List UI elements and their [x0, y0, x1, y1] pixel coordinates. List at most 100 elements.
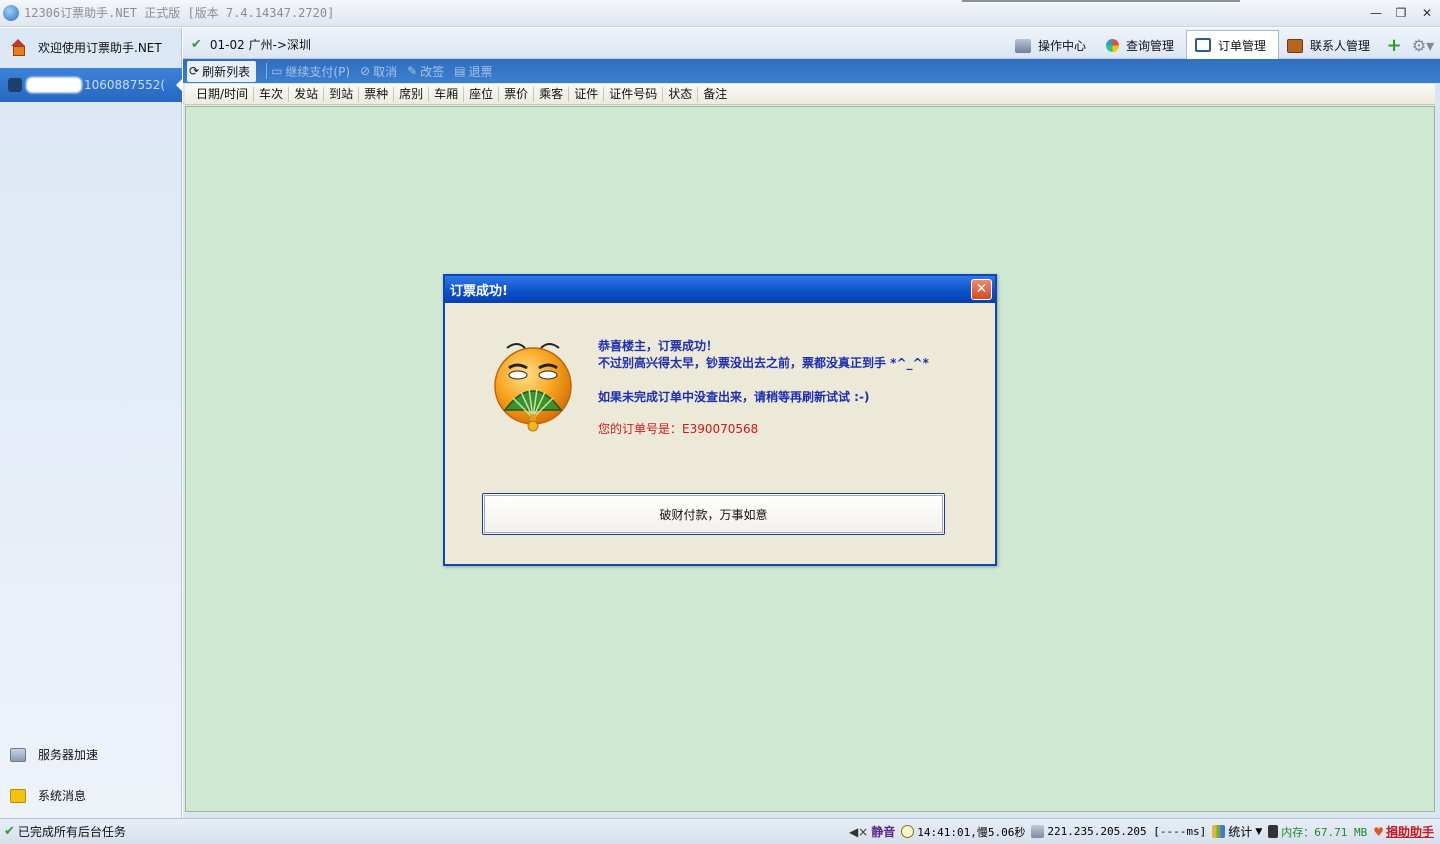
booking-success-dialog: 订票成功! ✕ 恭喜楼主，订票成功！ 不过别高兴得太早，钞票没出去之前，票都没真… — [443, 274, 997, 566]
dialog-close-button[interactable]: ✕ — [971, 279, 992, 300]
mute-toggle[interactable]: ◀× 静音 — [849, 823, 895, 840]
payment-icon: ▭ — [271, 64, 283, 78]
gear-icon[interactable]: ⚙▾ — [1406, 32, 1440, 59]
stats-dropdown[interactable]: 统计 ▼ — [1212, 823, 1262, 840]
chevron-down-icon: ▼ — [1255, 826, 1263, 837]
tab-contact-management[interactable]: 联系人管理 — [1279, 32, 1382, 59]
tab-label: 操作中心 — [1037, 39, 1086, 53]
tab-label: 查询管理 — [1125, 39, 1174, 53]
refresh-list-button[interactable]: ⟳ 刷新列表 — [187, 60, 257, 82]
window-title: 12306订票助手.NET 正式版 [版本 7.4.14347.2720] — [24, 6, 335, 20]
status-task-text: 已完成所有后台任务 — [17, 825, 126, 839]
sidebar-item-system-messages[interactable]: 系统消息 — [10, 787, 86, 804]
server-status[interactable]: 221.235.205.205 [----ms] — [1031, 825, 1206, 838]
status-right: ◀× 静音 14:41:01,慢5.06秒 221.235.205.205 [-… — [843, 823, 1434, 840]
sidebar-item-label: 服务器加速 — [38, 748, 99, 762]
message-line-1: 恭喜楼主，订票成功！ — [598, 339, 719, 353]
user-icon — [8, 78, 22, 92]
restore-button[interactable]: ❐ — [1390, 4, 1412, 22]
contact-icon — [1286, 38, 1303, 53]
change-label: 改签 — [420, 64, 445, 79]
selection-arrow-icon — [176, 79, 182, 91]
home-icon — [10, 39, 26, 56]
tab-order-management[interactable]: 订单管理 — [1185, 30, 1279, 59]
add-tab-icon[interactable]: + — [1382, 32, 1406, 59]
cancel-label: 取消 — [373, 64, 398, 79]
column-header[interactable]: 乘客 — [534, 86, 570, 102]
order-toolbar: ⟳ 刷新列表 ▭ 继续支付(P) ⊘ 取消 ✎ 改签 ▤ 退票 — [183, 59, 1440, 83]
sidebar-item-server-accel[interactable]: 服务器加速 — [10, 746, 98, 763]
titlebar-divider — [962, 0, 1240, 2]
column-header[interactable]: 座位 — [464, 86, 500, 102]
route-label: 01-02 广州->深圳 — [209, 38, 311, 52]
bar-chart-icon — [1212, 825, 1226, 838]
donate-link[interactable]: ♥ 捐助助手 — [1373, 823, 1434, 840]
column-header[interactable]: 发站 — [289, 86, 325, 102]
message-icon — [10, 788, 26, 803]
toolbar-divider — [266, 63, 268, 79]
account-name-redacted — [26, 77, 82, 93]
column-header[interactable]: 车次 — [254, 86, 290, 102]
tab-operation-center[interactable]: 操作中心 — [1007, 32, 1098, 59]
column-header[interactable]: 日期/时间 — [193, 86, 255, 102]
clock-icon — [901, 825, 915, 838]
mute-label: 静音 — [871, 825, 896, 839]
refund-ticket-button[interactable]: ▤ 退票 — [454, 63, 492, 80]
tab-label: 联系人管理 — [1309, 39, 1370, 53]
stats-label: 统计 — [1228, 825, 1253, 839]
cancel-icon: ⊘ — [360, 64, 371, 78]
dialog-body: 恭喜楼主，订票成功！ 不过别高兴得太早，钞票没出去之前，票都没真正到手 *^_^… — [445, 303, 995, 564]
minimize-button[interactable]: — — [1365, 4, 1387, 22]
tab-query-management[interactable]: 查询管理 — [1098, 32, 1186, 59]
time-text: 14:41:01,慢5.06秒 — [917, 825, 1026, 839]
emoticon-fan-icon — [494, 343, 572, 432]
dialog-title: 订票成功! — [450, 284, 508, 299]
column-header[interactable]: 席别 — [394, 86, 430, 102]
sidebar-welcome-label: 欢迎使用订票助手.NET — [38, 40, 162, 55]
monitor-icon — [1014, 38, 1031, 53]
heart-icon: ♥ — [1373, 824, 1384, 839]
refresh-label: 刷新列表 — [202, 64, 251, 79]
dialog-message: 恭喜楼主，订票成功！ 不过别高兴得太早，钞票没出去之前，票都没真正到手 *^_^… — [598, 338, 929, 438]
column-header[interactable]: 证件号码 — [604, 86, 664, 102]
continue-pay-button[interactable]: ▭ 继续支付(P) — [271, 63, 350, 80]
memory-icon — [1268, 825, 1279, 838]
message-line-2: 不过别高兴得太早，钞票没出去之前，票都没真正到手 *^_^* — [598, 356, 929, 370]
continue-pay-label: 继续支付(P) — [285, 64, 351, 79]
main-tabs: 操作中心 查询管理 订单管理 联系人管理 + ⚙▾ — [1007, 30, 1440, 59]
memory-usage: 内存：67.71 MB — [1268, 824, 1367, 840]
check-icon: ✔ — [4, 824, 15, 839]
refund-label: 退票 — [468, 64, 493, 79]
route-tab[interactable]: ✔ 01-02 广州->深圳 — [191, 36, 311, 53]
time-sync[interactable]: 14:41:01,慢5.06秒 — [901, 824, 1025, 840]
pay-confirm-button[interactable]: 破财付款，万事如意 — [482, 493, 945, 535]
tab-label: 订单管理 — [1217, 38, 1266, 53]
monitor-icon — [1031, 825, 1045, 838]
column-header[interactable]: 证件 — [569, 86, 605, 102]
order-table-header: 日期/时间 车次 发站 到站 票种 席别 车厢 座位 票价 乘客 证件 证件号码… — [185, 84, 1435, 105]
speaker-icon: ◀× — [848, 824, 869, 839]
sidebar-item-account[interactable]: 1060887552( — [0, 68, 182, 102]
close-window-button[interactable]: ✕ — [1416, 4, 1438, 22]
column-header[interactable]: 到站 — [324, 86, 360, 102]
cancel-order-button[interactable]: ⊘ 取消 — [360, 63, 397, 80]
ticket-icon: ▤ — [454, 64, 466, 78]
column-header[interactable]: 车厢 — [429, 86, 465, 102]
column-header[interactable]: 票种 — [359, 86, 395, 102]
order-number-text: 您的订单号是：E390070568 — [598, 422, 759, 436]
app-logo-icon — [3, 5, 19, 21]
column-header[interactable]: 票价 — [499, 86, 535, 102]
change-ticket-button[interactable]: ✎ 改签 — [407, 63, 444, 80]
window-titlebar: 12306订票助手.NET 正式版 [版本 7.4.14347.2720] — … — [0, 0, 1440, 27]
server-text: 221.235.205.205 [----ms] — [1047, 825, 1207, 838]
dialog-titlebar: 订票成功! ✕ — [445, 276, 995, 303]
sidebar-item-welcome[interactable]: 欢迎使用订票助手.NET — [0, 28, 182, 66]
column-header[interactable]: 状态 — [663, 86, 699, 102]
check-icon: ✔ — [191, 37, 202, 52]
server-icon — [10, 747, 26, 762]
top-bar: ✔ 01-02 广州->深圳 操作中心 查询管理 订单管理 联系人管理 + ⚙▾ — [183, 28, 1440, 59]
query-icon — [1105, 39, 1119, 52]
column-header[interactable]: 备注 — [698, 87, 732, 102]
